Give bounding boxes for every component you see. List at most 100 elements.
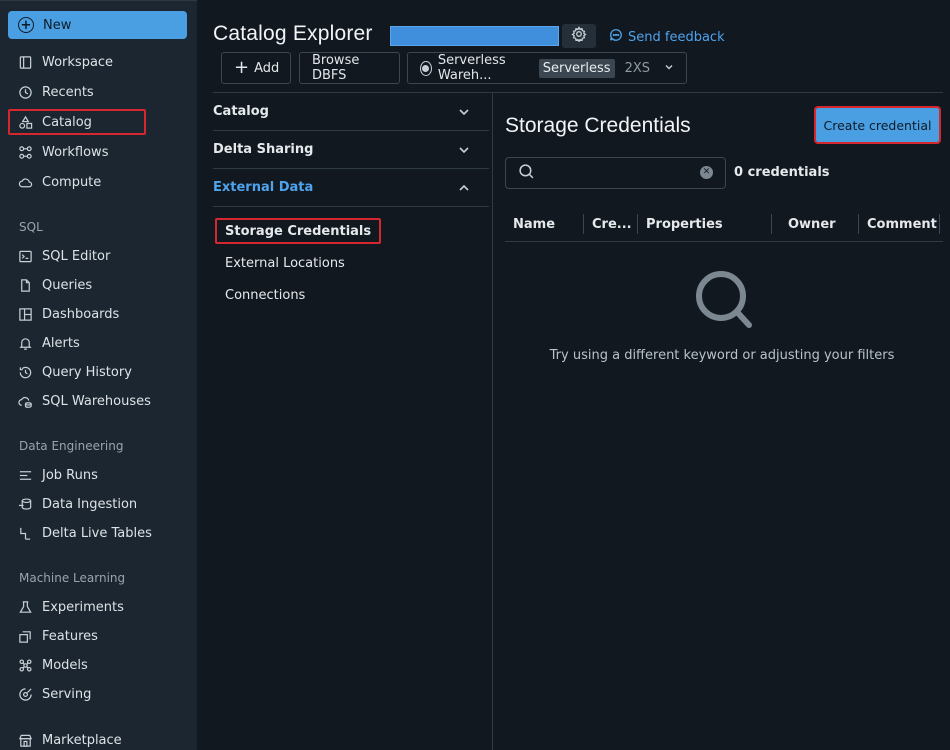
chevron-down-icon xyxy=(457,143,471,161)
sidebar-item-label: Alerts xyxy=(42,335,80,351)
sidebar-item-label: Compute xyxy=(42,174,102,190)
ingestion-icon xyxy=(18,497,33,512)
workspace-icon xyxy=(18,55,33,70)
tree-item-external-data[interactable]: External Data xyxy=(213,169,489,207)
cloud-icon xyxy=(18,175,33,190)
page-title: Catalog Explorer xyxy=(213,22,373,45)
sidebar-item-compute[interactable]: Compute xyxy=(8,169,146,195)
create-credential-button[interactable]: Create credential xyxy=(814,106,941,144)
sidebar-item-label: Job Runs xyxy=(42,467,98,483)
sidebar-item-experiments[interactable]: Experiments xyxy=(8,594,146,620)
sidebar-item-dashboards[interactable]: Dashboards xyxy=(8,301,146,327)
column-header-created[interactable]: Cre... xyxy=(584,206,637,242)
sidebar-item-label: Marketplace xyxy=(42,732,122,748)
column-resizer[interactable] xyxy=(771,214,772,234)
sidebar-item-label: SQL Warehouses xyxy=(42,393,151,409)
tree-item-label: External Data xyxy=(213,180,314,195)
chevron-down-icon xyxy=(664,61,674,76)
sidebar: + New Workspace Recents Catalog Workflow… xyxy=(0,0,197,750)
features-icon xyxy=(18,629,33,644)
sidebar-item-sql-warehouses[interactable]: SQL Warehouses xyxy=(8,388,168,414)
tree-item-label: Delta Sharing xyxy=(213,142,314,157)
dashboard-icon xyxy=(18,307,33,322)
new-button[interactable]: + New xyxy=(8,11,187,39)
sidebar-item-catalog[interactable]: Catalog xyxy=(8,109,146,135)
gear-icon xyxy=(571,26,587,46)
warehouse-selector[interactable]: Serverless Wareh... Serverless 2XS xyxy=(407,52,687,84)
file-icon xyxy=(18,278,33,293)
list-icon xyxy=(18,468,33,483)
history-icon xyxy=(18,365,33,380)
settings-button[interactable] xyxy=(562,24,596,48)
sidebar-item-marketplace[interactable]: Marketplace xyxy=(8,727,146,750)
serverless-badge: Serverless xyxy=(538,58,615,78)
sidebar-item-label: Queries xyxy=(42,277,93,293)
plus-circle-icon: + xyxy=(18,17,34,33)
sidebar-item-queries[interactable]: Queries xyxy=(8,272,146,298)
sidebar-item-label: Workspace xyxy=(42,54,114,70)
sql-section-heading: SQL xyxy=(19,220,43,234)
sidebar-item-label: Features xyxy=(42,628,98,644)
machine-learning-section-heading: Machine Learning xyxy=(19,571,126,585)
tree-item-label: Catalog xyxy=(213,104,269,119)
empty-search-icon xyxy=(693,270,755,336)
sidebar-item-job-runs[interactable]: Job Runs xyxy=(8,462,146,488)
sidebar-item-delta-live-tables[interactable]: Delta Live Tables xyxy=(8,520,168,546)
catalog-icon xyxy=(18,115,33,130)
workspace-name-field[interactable] xyxy=(390,26,559,46)
column-header-properties[interactable]: Properties xyxy=(638,206,771,242)
tree-subitem-external-locations[interactable]: External Locations xyxy=(215,250,355,276)
tree-item-catalog[interactable]: Catalog xyxy=(213,93,489,131)
sidebar-item-serving[interactable]: Serving xyxy=(8,681,146,707)
sidebar-item-data-ingestion[interactable]: Data Ingestion xyxy=(8,491,146,517)
add-button-label: Add xyxy=(254,60,280,76)
warehouse-icon xyxy=(18,394,33,409)
tree-item-delta-sharing[interactable]: Delta Sharing xyxy=(213,131,489,169)
sidebar-item-label: Data Ingestion xyxy=(42,496,138,512)
workflows-icon xyxy=(18,145,33,160)
sidebar-item-query-history[interactable]: Query History xyxy=(8,359,146,385)
tree-subitem-storage-credentials[interactable]: Storage Credentials xyxy=(215,218,382,244)
send-feedback-link[interactable]: Send feedback xyxy=(609,28,725,46)
column-header-comment[interactable]: Comment xyxy=(859,206,943,242)
sidebar-item-label: Models xyxy=(42,657,88,673)
sidebar-item-models[interactable]: Models xyxy=(8,652,146,678)
plus-icon: + xyxy=(234,57,250,78)
pipeline-icon xyxy=(18,526,33,541)
sidebar-item-label: Workflows xyxy=(42,144,109,160)
tree-subitem-connections[interactable]: Connections xyxy=(215,282,315,308)
sidebar-item-label: Delta Live Tables xyxy=(42,525,152,541)
table-header: Name Cre... Properties Owner Comment xyxy=(505,206,943,242)
send-feedback-label: Send feedback xyxy=(628,29,725,45)
sidebar-item-label: Experiments xyxy=(42,599,124,615)
sidebar-item-recents[interactable]: Recents xyxy=(8,79,146,105)
browse-dbfs-button[interactable]: Browse DBFS xyxy=(299,52,400,84)
sidebar-item-label: Recents xyxy=(42,84,94,100)
content-title: Storage Credentials xyxy=(505,114,691,137)
column-resizer[interactable] xyxy=(939,214,940,234)
sidebar-item-alerts[interactable]: Alerts xyxy=(8,330,146,356)
data-engineering-section-heading: Data Engineering xyxy=(19,439,124,453)
chat-bubble-icon xyxy=(609,28,628,46)
warehouse-size: 2XS xyxy=(624,60,650,76)
sidebar-item-label: Catalog xyxy=(42,114,92,130)
column-header-owner[interactable]: Owner xyxy=(780,206,858,242)
clear-search-icon[interactable]: ✕ xyxy=(700,166,713,179)
sidebar-item-workflows[interactable]: Workflows xyxy=(8,139,146,165)
terminal-icon xyxy=(18,249,33,264)
sidebar-item-label: Query History xyxy=(42,364,132,380)
panel-divider xyxy=(492,93,493,750)
sidebar-item-workspace[interactable]: Workspace xyxy=(8,49,146,75)
add-button[interactable]: + Add xyxy=(221,52,291,84)
serving-icon xyxy=(18,687,33,702)
empty-state-message: Try using a different keyword or adjusti… xyxy=(549,348,895,363)
bell-icon xyxy=(18,336,33,351)
sidebar-item-features[interactable]: Features xyxy=(8,623,146,649)
warehouse-status-icon xyxy=(420,60,432,76)
models-icon xyxy=(18,658,33,673)
store-icon xyxy=(18,733,33,748)
search-input[interactable] xyxy=(505,157,726,189)
chevron-down-icon xyxy=(457,105,471,123)
sidebar-item-sql-editor[interactable]: SQL Editor xyxy=(8,243,146,269)
column-header-name[interactable]: Name xyxy=(505,206,583,242)
